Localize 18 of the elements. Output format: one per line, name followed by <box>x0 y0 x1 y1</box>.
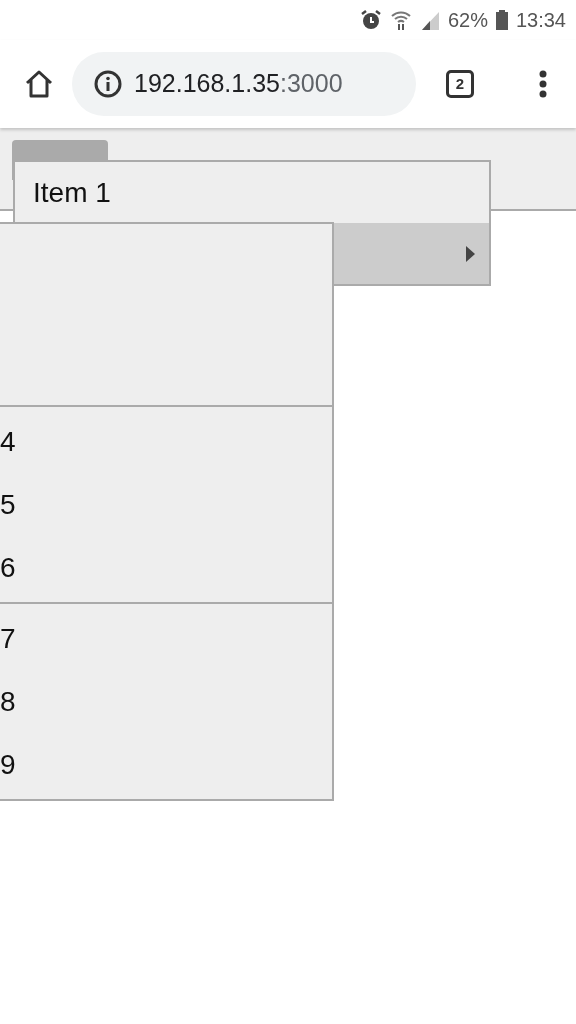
submenu-item[interactable]: 8 <box>0 670 332 733</box>
clock-time: 13:34 <box>515 8 566 33</box>
battery-percent: 62% <box>447 8 488 33</box>
battery-icon <box>495 9 508 31</box>
home-icon[interactable] <box>24 69 54 99</box>
info-icon <box>94 70 122 98</box>
submenu-item[interactable]: 7 <box>0 607 332 670</box>
alarm-icon <box>359 9 382 31</box>
address-bar[interactable]: 192.168.1.35:3000 <box>72 52 416 116</box>
menu-icon[interactable] <box>538 69 548 99</box>
tab-count-button[interactable]: 2 <box>446 70 474 98</box>
submenu-item[interactable]: 5 <box>0 473 332 536</box>
menu-item[interactable]: Item 1 <box>15 162 489 223</box>
submenu-item[interactable]: 6 <box>0 536 332 599</box>
submenu-item[interactable]: 4 <box>0 410 332 473</box>
wifi-icon <box>389 9 412 31</box>
url-text: 192.168.1.35:3000 <box>134 68 343 100</box>
submenu-item[interactable]: 9 <box>0 733 332 796</box>
